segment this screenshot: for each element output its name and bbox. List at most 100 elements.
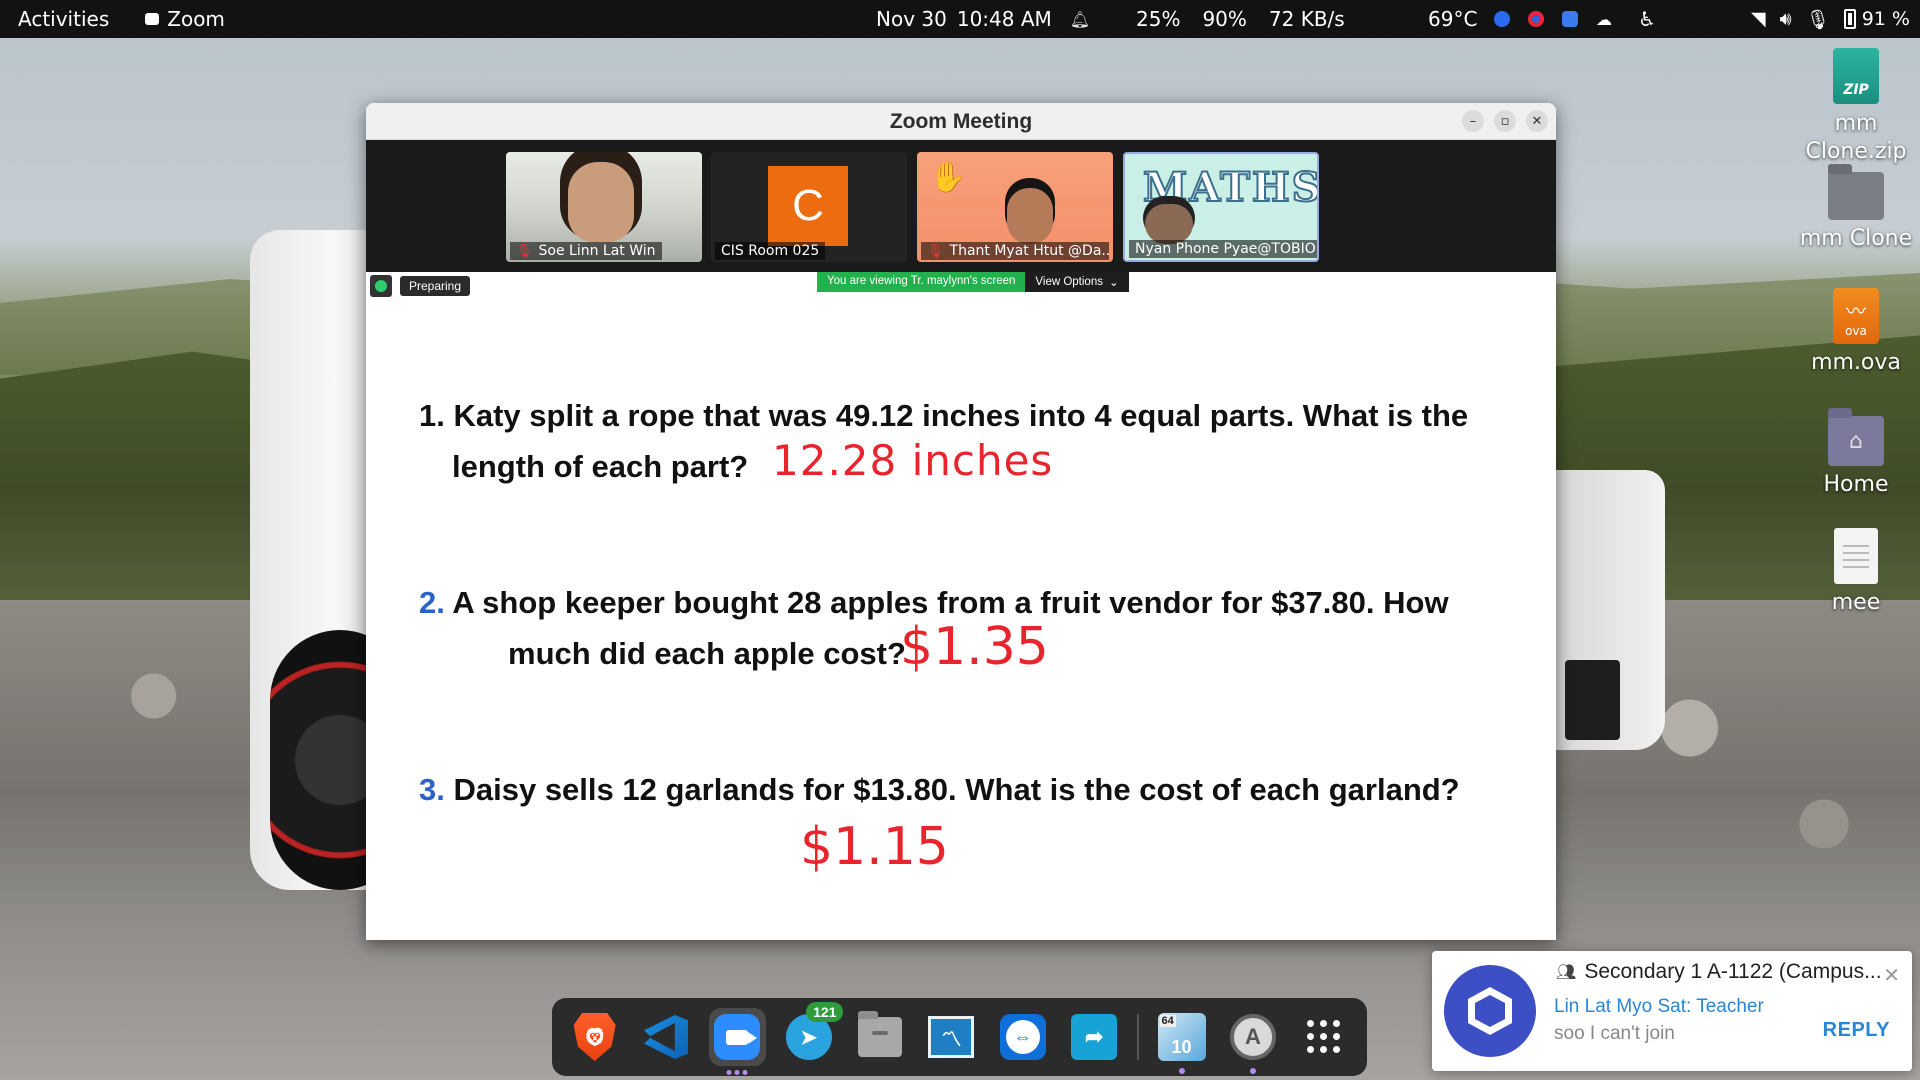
desktop-icon-label: mm.ova — [1811, 350, 1901, 375]
shield-icon — [370, 275, 392, 297]
maximize-button[interactable]: ▫ — [1494, 110, 1516, 132]
dock-remmina[interactable]: ➦ — [1066, 1008, 1123, 1066]
text-document-icon — [1834, 528, 1878, 584]
app-grid-icon — [1307, 1020, 1341, 1054]
desktop-icon-label: mm Clone — [1799, 226, 1913, 251]
bell-icon: 🔔︎ — [1069, 9, 1091, 29]
dock-zoom[interactable] — [708, 1008, 767, 1075]
participant-name-tag: 🎙︎ Thant Myat Htut @Da... — [921, 242, 1109, 260]
window-titlebar[interactable]: Zoom Meeting – ▫ ✕ — [366, 103, 1556, 140]
dock-vscode[interactable] — [637, 1008, 694, 1066]
recorder-tray-icon[interactable] — [1528, 11, 1544, 27]
question-number: 2. — [419, 585, 445, 620]
windows-10-vm-icon: 64 10 — [1157, 1013, 1206, 1061]
desktop-icon-mm-clone-zip[interactable]: ZIP mm Clone.zip — [1776, 48, 1920, 166]
view-options-label: View Options — [1035, 276, 1103, 288]
zoom-meeting-window: Zoom Meeting – ▫ ✕ 🎙︎ Soe Linn Lat Win C… — [366, 103, 1556, 940]
clock-time: 10:48 AM — [956, 7, 1052, 31]
dock-teamviewer[interactable]: ⇔ — [994, 1008, 1051, 1066]
cpu-usage: 25% — [1136, 7, 1181, 31]
top-bar: Activities Zoom Nov 30 10:48 AM 🔔︎ 25% 9… — [0, 0, 1920, 38]
reply-button[interactable]: REPLY — [1823, 1019, 1890, 1042]
participant-tile[interactable]: 🎙︎ Soe Linn Lat Win — [506, 152, 702, 262]
participant-name-tag: 🎙︎ Soe Linn Lat Win — [510, 242, 662, 260]
temperature-indicator[interactable]: 69°C — [1428, 7, 1477, 31]
cloud-icon[interactable]: ☁ — [1596, 10, 1612, 29]
window-title: Zoom Meeting — [889, 110, 1033, 133]
tray-icons: ☁ ♿︎ — [1494, 0, 1656, 38]
app-menu[interactable]: Zoom — [145, 7, 225, 31]
participant-gallery: 🎙︎ Soe Linn Lat Win C CIS Room 025 ✋ 🎙︎ … — [366, 140, 1556, 272]
participant-name: Nyan Phone Pyae@TOBIO — [1135, 241, 1316, 257]
question-text: A shop keeper bought 28 apples from a fr… — [452, 585, 1449, 620]
minimize-button[interactable]: – — [1462, 110, 1484, 132]
dock-app-store[interactable]: A — [1224, 1008, 1281, 1074]
desktop-icon-home[interactable]: ⌂ Home — [1776, 408, 1920, 497]
teamviewer-tray-icon[interactable] — [1562, 11, 1578, 27]
network-speed: 72 KB/s — [1268, 7, 1345, 31]
volume-icon: 🔊︎ — [1779, 8, 1792, 30]
system-monitor-indicator[interactable]: 25% 90% 72 KB/s — [1136, 0, 1345, 38]
microphone-icon: 🎙︎ — [1805, 8, 1830, 31]
preparing-label: Preparing — [400, 276, 471, 296]
dock-system-monitor[interactable]: 〽 — [923, 1008, 980, 1066]
participant-name: Thant Myat Htut @Da... — [949, 243, 1109, 259]
remote-desktop-icon: ➦ — [1071, 1014, 1118, 1060]
unread-badge: 121 — [806, 1002, 844, 1022]
status-area[interactable]: ◥ 🔊︎ 🎙︎ 91 % — [1751, 0, 1910, 38]
dock-show-applications[interactable] — [1296, 1008, 1353, 1066]
desktop-icon-mm-ova[interactable]: 〰 ova mm.ova — [1776, 288, 1920, 375]
clock[interactable]: Nov 30 10:48 AM 🔔︎ — [876, 0, 1090, 38]
participant-tile[interactable]: MATHS Nyan Phone Pyae@TOBIO — [1123, 152, 1319, 262]
arch-label: 64 — [1159, 1015, 1176, 1027]
dock-windows-10-vm[interactable]: 64 10 — [1153, 1008, 1210, 1074]
notification-sender: Lin Lat Myo Sat: Teacher — [1554, 996, 1764, 1017]
participant-tile[interactable]: C CIS Room 025 — [711, 152, 907, 262]
group-avatar — [1444, 965, 1536, 1057]
home-folder-icon: ⌂ — [1828, 408, 1884, 466]
zoom-app-icon — [145, 13, 160, 25]
dock-brave-browser[interactable]: 🦁︎ — [566, 1008, 623, 1066]
background-car-grill — [1565, 660, 1620, 740]
desktop-icon-mm-clone[interactable]: mm Clone — [1776, 164, 1920, 251]
running-indicator — [1178, 1068, 1185, 1074]
question-2-line-2: much did each apple cost? — [508, 636, 906, 671]
mic-muted-icon: 🎙︎ — [927, 243, 944, 259]
notification-message: soo I can't join — [1554, 1023, 1675, 1044]
running-indicator — [726, 1070, 748, 1075]
zoom-camera-icon — [714, 1014, 761, 1060]
close-icon[interactable]: ✕ — [1883, 963, 1900, 987]
brave-lion-icon: 🦁︎ — [573, 1013, 616, 1061]
memory-usage: 90% — [1202, 7, 1247, 31]
running-indicator — [1249, 1068, 1256, 1074]
desktop-icon-label: mee — [1831, 590, 1881, 615]
participant-tile[interactable]: ✋ 🎙︎ Thant Myat Htut @Da... — [917, 152, 1113, 262]
dock-telegram[interactable]: ➤ 121 — [780, 1002, 844, 1066]
participant-avatar: C — [768, 166, 848, 246]
security-status[interactable]: Preparing — [370, 275, 471, 297]
dock-files[interactable] — [851, 1008, 908, 1066]
ova-file-icon: 〰 ova — [1833, 288, 1879, 344]
teamviewer-icon: ⇔ — [999, 1014, 1046, 1060]
question-text: Daisy sells 12 garlands for $13.80. What… — [453, 772, 1460, 807]
question-3-line-1: 3. Daisy sells 12 garlands for $13.80. W… — [419, 772, 1460, 808]
dock: 🦁︎ ➤ 121 〽 ⇔ ➦ 64 10 A — [552, 998, 1367, 1076]
question-text: Katy split a rope that was 49.12 inches … — [453, 398, 1469, 433]
handwritten-answer-2: $1.35 — [900, 617, 1049, 677]
close-button[interactable]: ✕ — [1526, 110, 1548, 132]
accessibility-icon[interactable]: ♿︎ — [1638, 7, 1656, 31]
battery-percent: 91 % — [1861, 8, 1910, 30]
view-options-button[interactable]: View Options ⌄ — [1025, 272, 1129, 292]
participant-name: CIS Room 025 — [721, 243, 820, 259]
group-icon: 👥︎ — [1556, 964, 1577, 981]
vm-version-label: 10 — [1171, 1037, 1192, 1057]
participant-name: Soe Linn Lat Win — [538, 243, 656, 259]
desktop-icon-label: mm Clone.zip — [1805, 111, 1907, 164]
viewing-banner: You are viewing Tr. maylynn's screen Vie… — [817, 272, 1129, 292]
activities-button[interactable]: Activities — [18, 7, 109, 31]
desktop-icon-mee[interactable]: mee — [1776, 528, 1920, 615]
clock-date: Nov 30 — [876, 7, 947, 31]
vpn-tray-icon[interactable] — [1494, 11, 1510, 27]
wifi-icon: ◥ — [1750, 8, 1766, 30]
chat-notification[interactable]: 👥︎ Secondary 1 A-1122 (Campus... ✕ Lin L… — [1432, 951, 1912, 1071]
